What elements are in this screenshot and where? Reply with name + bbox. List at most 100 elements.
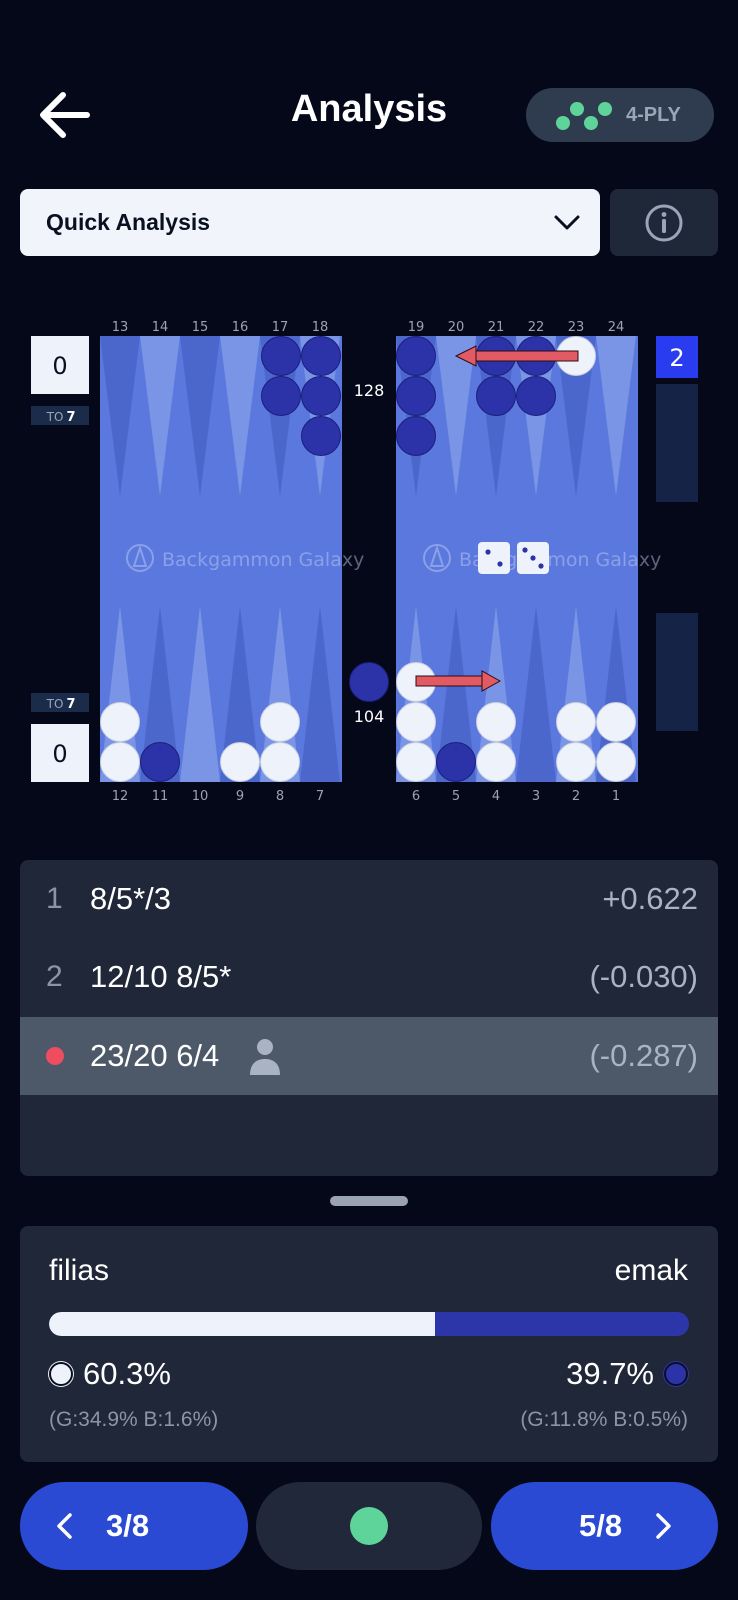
checker-dark (436, 742, 476, 782)
checker-white (260, 702, 300, 742)
checker-white (476, 742, 516, 782)
gammon-backgammon-right: (G:11.8% B:0.5%) (520, 1408, 688, 1431)
ply-label: 4-PLY (626, 103, 681, 126)
player-name-right: emak (614, 1254, 688, 1287)
checker-white (556, 742, 596, 782)
previous-position-button[interactable]: 3/8 (20, 1482, 248, 1570)
checker-dark (140, 742, 180, 782)
checker-dark (476, 376, 516, 416)
drag-handle[interactable] (330, 1196, 408, 1206)
info-button[interactable] (610, 189, 718, 256)
point-label: 14 (152, 320, 169, 335)
pip-count-bottom: 104 (354, 707, 385, 726)
chevron-left-icon (57, 1513, 72, 1539)
point-label: 24 (608, 320, 625, 335)
win-probability-fill (49, 1312, 435, 1336)
point-label: 15 (192, 320, 209, 335)
move-rank: 2 (46, 960, 63, 993)
position-status-button[interactable] (256, 1482, 482, 1570)
move-row[interactable]: 1 8/5*/3 +0.622 (20, 860, 718, 938)
doubling-cube[interactable]: 2 (656, 336, 698, 378)
point-label: 10 (192, 789, 209, 804)
pip-count-top: 128 (354, 381, 385, 400)
point-label: 6 (412, 789, 420, 804)
point-label: 23 (568, 320, 585, 335)
win-pct-left: 60.3% (49, 1356, 171, 1392)
svg-text:0: 0 (52, 352, 67, 380)
ply-depth-button[interactable]: 4-PLY (526, 88, 714, 142)
svg-text:0: 0 (52, 740, 67, 768)
checker-dark (396, 416, 436, 456)
point-label: 22 (528, 320, 545, 335)
move-row-played[interactable]: 23/20 6/4 (-0.287) (20, 1017, 718, 1095)
checker-dark (396, 376, 436, 416)
point-label: 5 (452, 789, 460, 804)
white-checker-icon (49, 1362, 73, 1386)
gammon-backgammon-left: (G:34.9% B:1.6%) (49, 1408, 219, 1431)
die-2 (478, 542, 510, 574)
ply-dots-icon (556, 98, 614, 132)
move-row[interactable]: 2 12/10 8/5* (-0.030) (20, 938, 718, 1016)
arrow-left-icon (40, 92, 90, 138)
checker-white (260, 742, 300, 782)
point-label: 11 (152, 789, 169, 804)
svg-text:TO: TO (46, 410, 64, 424)
checker-white (556, 702, 596, 742)
move-equity: (-0.287) (589, 1038, 698, 1073)
point-label: 8 (276, 789, 284, 804)
point-label: 20 (448, 320, 465, 335)
checker-white (596, 702, 636, 742)
chevron-right-icon (656, 1513, 671, 1539)
checker-dark (261, 336, 301, 376)
win-probability-panel: filias emak 60.3% 39.7% (G:34.9% B:1.6%)… (20, 1226, 718, 1462)
checker-white (476, 702, 516, 742)
point-label: 4 (492, 789, 500, 804)
point-label: 3 (532, 789, 540, 804)
svg-text:2: 2 (669, 344, 684, 372)
point-label: 7 (316, 789, 324, 804)
point-label: 16 (232, 320, 249, 335)
point-label: 12 (112, 789, 129, 804)
watermark-left: Backgammon Galaxy (126, 544, 364, 572)
point-label: 18 (312, 320, 329, 335)
match-length-bottom: TO 7 (31, 693, 89, 712)
chevron-down-icon (554, 215, 580, 230)
dark-checker-icon (664, 1362, 688, 1386)
checker-dark (301, 416, 341, 456)
previous-position-label: 3/8 (106, 1508, 150, 1543)
next-position-label: 5/8 (579, 1508, 623, 1543)
move-notation: 8/5*/3 (90, 881, 172, 916)
point-label: 1 (612, 789, 620, 804)
checker-white (396, 702, 436, 742)
match-length-top: TO 7 (31, 406, 89, 425)
win-probability-bar (49, 1312, 689, 1336)
checker-dark (301, 336, 341, 376)
svg-text:Backgammon Galaxy: Backgammon Galaxy (162, 549, 364, 571)
checker-dark-bar (349, 662, 389, 702)
analysis-type-value: Quick Analysis (46, 209, 211, 235)
win-pct-left-value: 60.3% (83, 1356, 171, 1391)
point-label: 2 (572, 789, 580, 804)
bear-off-tray-top (656, 384, 698, 502)
checker-white (100, 742, 140, 782)
info-icon (645, 204, 683, 241)
move-notation: 23/20 6/4 (90, 1038, 220, 1073)
checker-dark (516, 376, 556, 416)
bear-off-tray-bottom (656, 613, 698, 731)
checker-white (100, 702, 140, 742)
move-list: 1 8/5*/3 +0.622 2 12/10 8/5* (-0.030) 23… (20, 860, 718, 1176)
next-position-button[interactable]: 5/8 (491, 1482, 718, 1570)
blunder-indicator (46, 1047, 64, 1065)
point-label: 21 (488, 320, 505, 335)
checker-dark (301, 376, 341, 416)
move-equity: (-0.030) (589, 959, 698, 994)
analysis-type-select[interactable]: Quick Analysis (20, 189, 600, 256)
back-button[interactable] (30, 80, 100, 150)
checker-dark (396, 336, 436, 376)
user-icon (250, 1039, 280, 1075)
move-equity: +0.622 (602, 881, 698, 916)
backgammon-board[interactable]: Backgammon Galaxy Backgammon Galaxy 13 1… (0, 310, 738, 810)
score-bottom: 0 (31, 724, 89, 782)
checker-white (220, 742, 260, 782)
player-name-left: filias (49, 1254, 110, 1287)
